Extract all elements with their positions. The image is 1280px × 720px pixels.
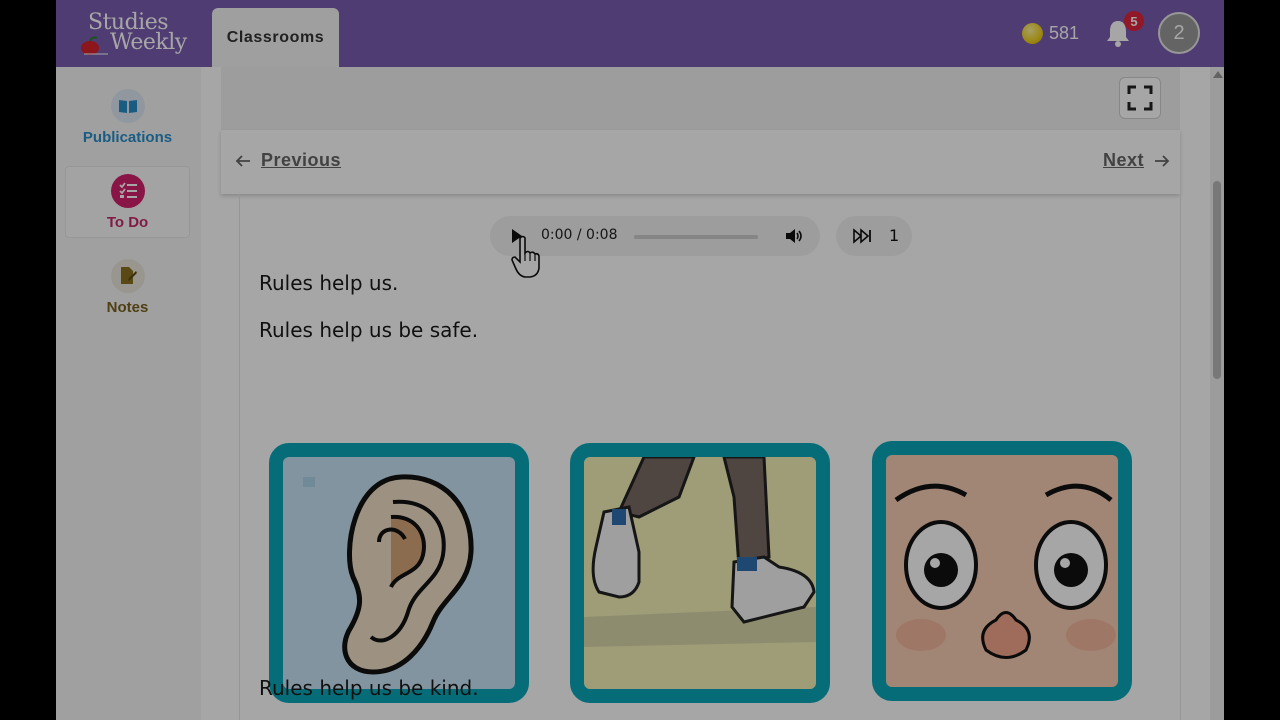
- walking-feet-icon: [584, 457, 816, 647]
- audio-progress-bar[interactable]: [634, 235, 758, 239]
- reader-toolbar: [221, 67, 1180, 130]
- volume-icon[interactable]: [784, 226, 804, 246]
- sidebar-item-label: To Do: [106, 214, 149, 231]
- avatar[interactable]: 2: [1158, 12, 1200, 54]
- notification-badge: 5: [1124, 11, 1144, 31]
- coin-count: 581: [1049, 22, 1080, 43]
- ear-image: [269, 443, 529, 703]
- next-button[interactable]: Next: [1103, 150, 1170, 171]
- face-icon: [894, 483, 1116, 659]
- scroll-thumb[interactable]: [1213, 181, 1221, 379]
- playback-speed-control[interactable]: 1: [836, 216, 912, 256]
- coin-icon: [1022, 22, 1043, 44]
- scroll-up-arrow[interactable]: [1213, 71, 1223, 78]
- eyes-nose-image: [872, 441, 1132, 701]
- tab-classrooms[interactable]: Classrooms: [212, 8, 339, 67]
- paragraph: Rules help us be kind.: [259, 676, 479, 700]
- app-window: Studies Weekly Classrooms 581 5 2 Public…: [56, 0, 1224, 720]
- checklist-icon: [110, 174, 145, 208]
- arrow-right-icon: [1155, 154, 1170, 167]
- studies-weekly-logo[interactable]: Studies Weekly: [78, 8, 188, 58]
- fullscreen-button[interactable]: [1119, 77, 1161, 119]
- page-navigation: Previous Next: [221, 130, 1180, 194]
- playback-speed-value: 1: [889, 226, 900, 245]
- paragraph: Rules help us be safe.: [259, 318, 479, 342]
- sidebar-item-to-do[interactable]: To Do: [65, 166, 190, 238]
- logo-line-2: Weekly: [110, 30, 187, 55]
- fast-forward-icon: [853, 228, 871, 244]
- previous-button[interactable]: Previous: [235, 150, 341, 171]
- next-label: Next: [1102, 150, 1144, 170]
- book-icon: [110, 89, 145, 123]
- walking-feet-image: [570, 443, 830, 703]
- hand-cursor-icon: [511, 235, 540, 278]
- sidebar-item-label: Notes: [106, 299, 149, 316]
- sidebar-item-label: Publications: [82, 129, 173, 146]
- coin-balance[interactable]: 581: [1022, 20, 1079, 46]
- sidebar: Publications To Do Notes: [56, 67, 202, 720]
- main-content: Previous Next 0:00 / 0:08 1 Rules help u…: [201, 67, 1224, 720]
- apple-icon: [81, 36, 108, 55]
- sidebar-item-publications[interactable]: Publications: [65, 82, 190, 154]
- lesson-article: 0:00 / 0:08 1 Rules help us. Rules help …: [239, 194, 1181, 720]
- ear-icon: [303, 474, 474, 675]
- previous-label: Previous: [261, 150, 342, 170]
- top-bar: Studies Weekly Classrooms 581 5 2: [56, 0, 1224, 67]
- sidebar-item-notes[interactable]: Notes: [65, 252, 190, 324]
- paragraph: Rules help us.: [259, 271, 399, 295]
- note-pencil-icon: [110, 259, 145, 293]
- arrow-left-icon: [235, 154, 250, 167]
- page-scrollbar[interactable]: [1210, 67, 1224, 720]
- audio-time: 0:00 / 0:08: [541, 227, 618, 243]
- fullscreen-icon: [1127, 85, 1153, 111]
